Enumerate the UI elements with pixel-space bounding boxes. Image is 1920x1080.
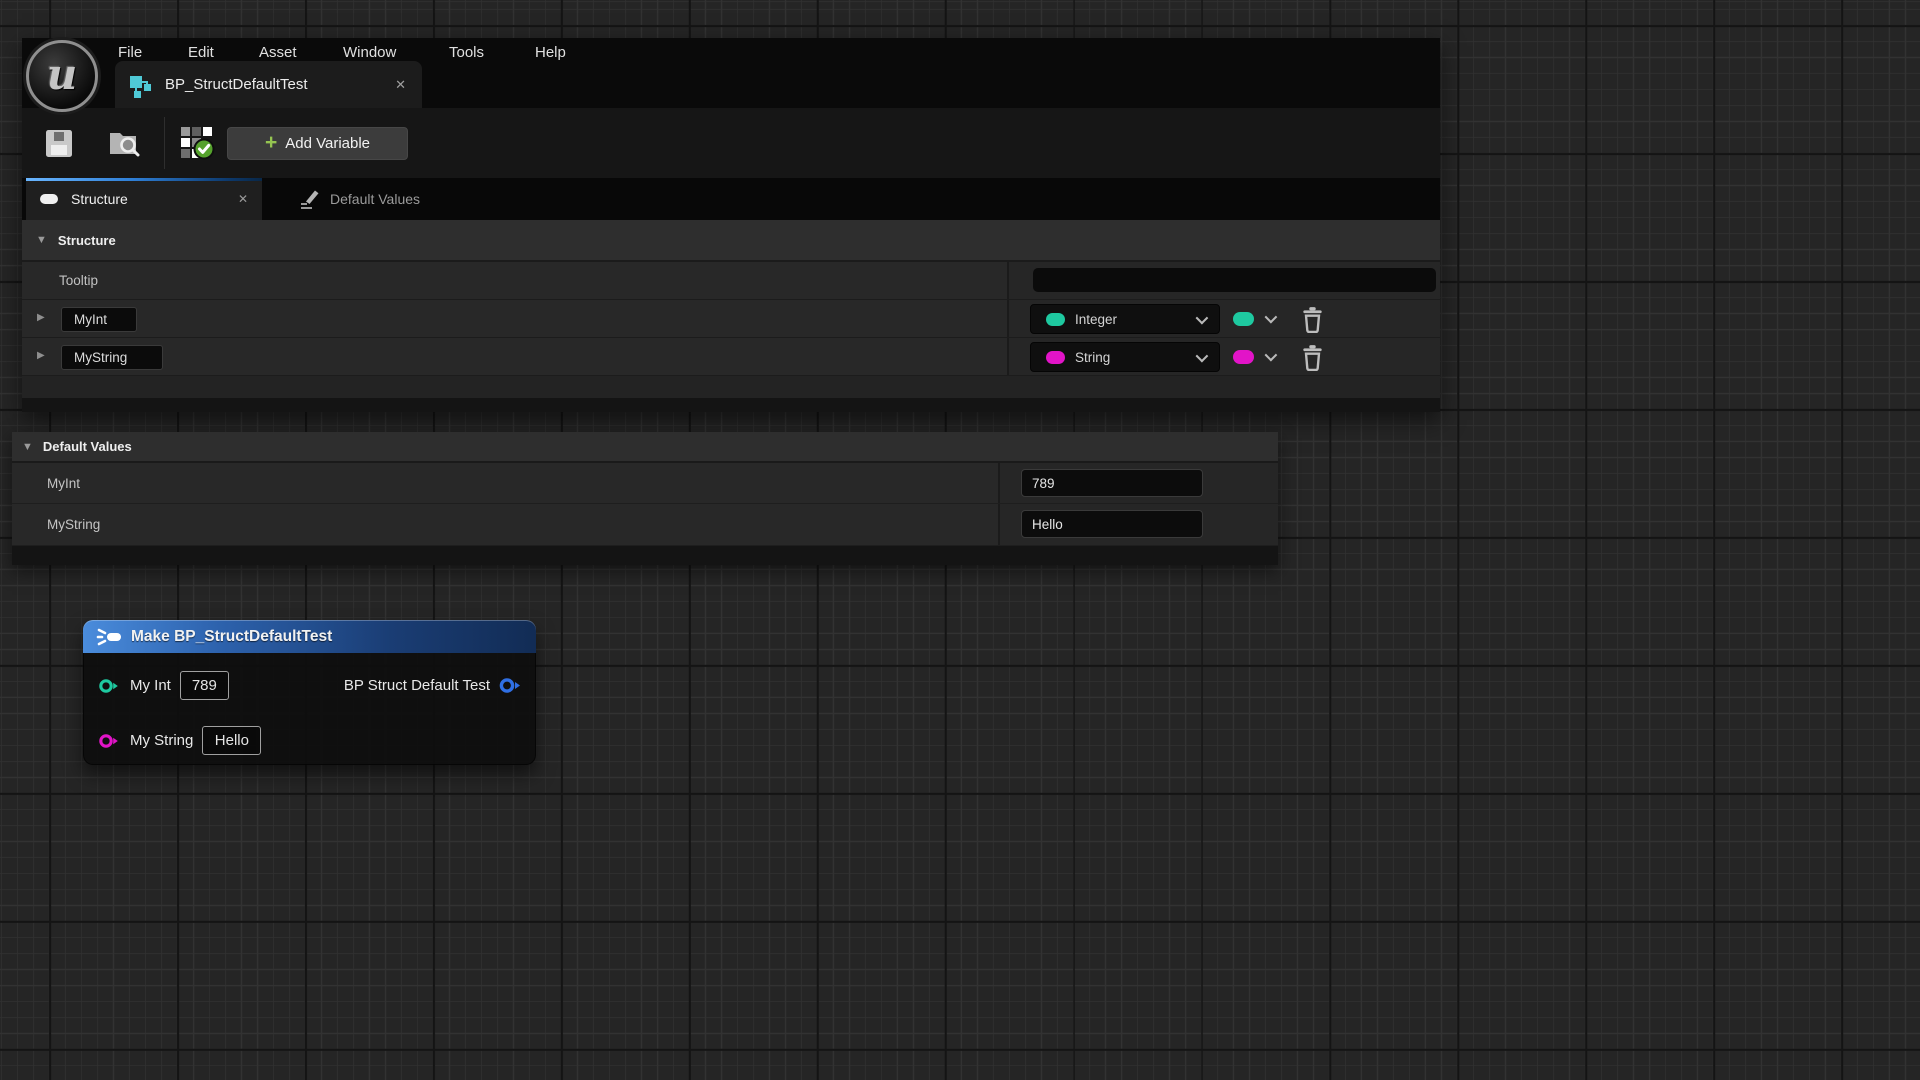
asset-tab-close-icon[interactable]: ✕ — [395, 77, 406, 93]
tab-structure[interactable]: Structure ✕ — [26, 178, 262, 220]
string-input-pin[interactable] — [98, 733, 120, 749]
edit-defaults-icon — [298, 187, 322, 211]
menu-window[interactable]: Window — [343, 44, 396, 61]
toolbar: + Add Variable — [22, 108, 1440, 178]
struct-field-row-mystring: ▶ MyString String — [22, 338, 1440, 376]
toolbar-separator — [164, 117, 165, 169]
default-values-panel: ▼ Default Values MyInt MyString — [12, 432, 1278, 565]
unreal-logo: u — [26, 40, 98, 112]
node-title-bar[interactable]: Make BP_StructDefaultTest — [83, 620, 536, 653]
tab-default-values[interactable]: Default Values — [268, 178, 478, 220]
structure-panel: ▼ Structure Tooltip ▶ MyInt Integer — [22, 220, 1440, 412]
menu-file[interactable]: File — [118, 44, 142, 61]
menu-help[interactable]: Help — [535, 44, 566, 61]
pin-row-my-string: My String Hello — [98, 726, 261, 755]
panel-bottom-edge — [12, 546, 1278, 565]
type-dropdown-myint[interactable]: Integer — [1030, 304, 1220, 334]
mystring-default-input[interactable] — [1021, 510, 1203, 538]
tooltip-row: Tooltip — [22, 262, 1440, 300]
asset-tab-bp-structdefaulttest[interactable]: BP_StructDefaultTest ✕ — [115, 61, 422, 108]
expander-icon[interactable]: ▶ — [37, 350, 45, 361]
make-struct-icon — [96, 627, 123, 647]
integer-input-pin[interactable] — [98, 678, 120, 694]
node-title: Make BP_StructDefaultTest — [131, 628, 332, 646]
collapse-triangle-icon[interactable]: ▼ — [22, 441, 33, 453]
delete-field-icon[interactable] — [1300, 344, 1325, 371]
default-row-label: MyInt — [47, 476, 80, 491]
asset-tab-title: BP_StructDefaultTest — [165, 76, 308, 93]
structure-pill-icon — [40, 194, 58, 204]
string-type-pill-icon — [1046, 351, 1065, 364]
menu-edit[interactable]: Edit — [188, 44, 214, 61]
tooltip-input[interactable] — [1032, 267, 1437, 293]
compile-status-icon[interactable] — [180, 126, 216, 161]
panel-bottom-edge — [22, 398, 1440, 412]
add-variable-button[interactable]: + Add Variable — [227, 127, 408, 160]
menu-asset[interactable]: Asset — [259, 44, 297, 61]
default-value-row-mystring: MyString — [12, 504, 1278, 546]
pin-row-my-int: My Int 789 — [98, 671, 229, 700]
delete-field-icon[interactable] — [1300, 306, 1325, 333]
myint-default-input[interactable] — [1021, 469, 1203, 497]
default-value-row-myint: MyInt — [12, 463, 1278, 504]
panel-filler — [22, 376, 1440, 398]
tooltip-label: Tooltip — [59, 273, 98, 288]
pin-row-output: BP Struct Default Test — [344, 671, 523, 700]
field-name-input-mystring[interactable]: MyString — [61, 345, 163, 370]
browse-to-asset-icon[interactable] — [108, 128, 140, 158]
menu-tools[interactable]: Tools — [449, 44, 484, 61]
doc-tab-strip: Structure ✕ Default Values — [22, 178, 1440, 220]
default-values-header[interactable]: ▼ Default Values — [12, 432, 1278, 463]
make-struct-node[interactable]: Make BP_StructDefaultTest My Int 789 BP … — [83, 620, 536, 765]
struct-output-pin[interactable] — [498, 677, 523, 694]
default-row-label: MyString — [47, 517, 100, 532]
chevron-down-icon — [1196, 311, 1209, 324]
integer-type-pill-icon — [1046, 313, 1065, 326]
structure-category-header[interactable]: ▼ Structure — [22, 220, 1440, 262]
expander-icon[interactable]: ▶ — [37, 312, 45, 323]
struct-field-row-myint: ▶ MyInt Integer — [22, 300, 1440, 338]
tab-structure-close-icon[interactable]: ✕ — [238, 192, 248, 206]
collapse-triangle-icon[interactable]: ▼ — [36, 234, 47, 246]
plus-icon: + — [265, 132, 277, 153]
my-string-value-box[interactable]: Hello — [202, 726, 261, 755]
struct-editor-window: File Edit Asset Window Tools Help u BP_S… — [22, 38, 1440, 412]
pin-color-icon — [1233, 350, 1254, 364]
save-icon[interactable] — [45, 128, 73, 159]
pin-color-icon — [1233, 312, 1254, 326]
chevron-down-icon — [1196, 349, 1209, 362]
my-int-value-box[interactable]: 789 — [180, 671, 229, 700]
field-name-input-myint[interactable]: MyInt — [61, 307, 137, 332]
type-dropdown-mystring[interactable]: String — [1030, 342, 1220, 372]
struct-asset-icon — [127, 72, 153, 98]
